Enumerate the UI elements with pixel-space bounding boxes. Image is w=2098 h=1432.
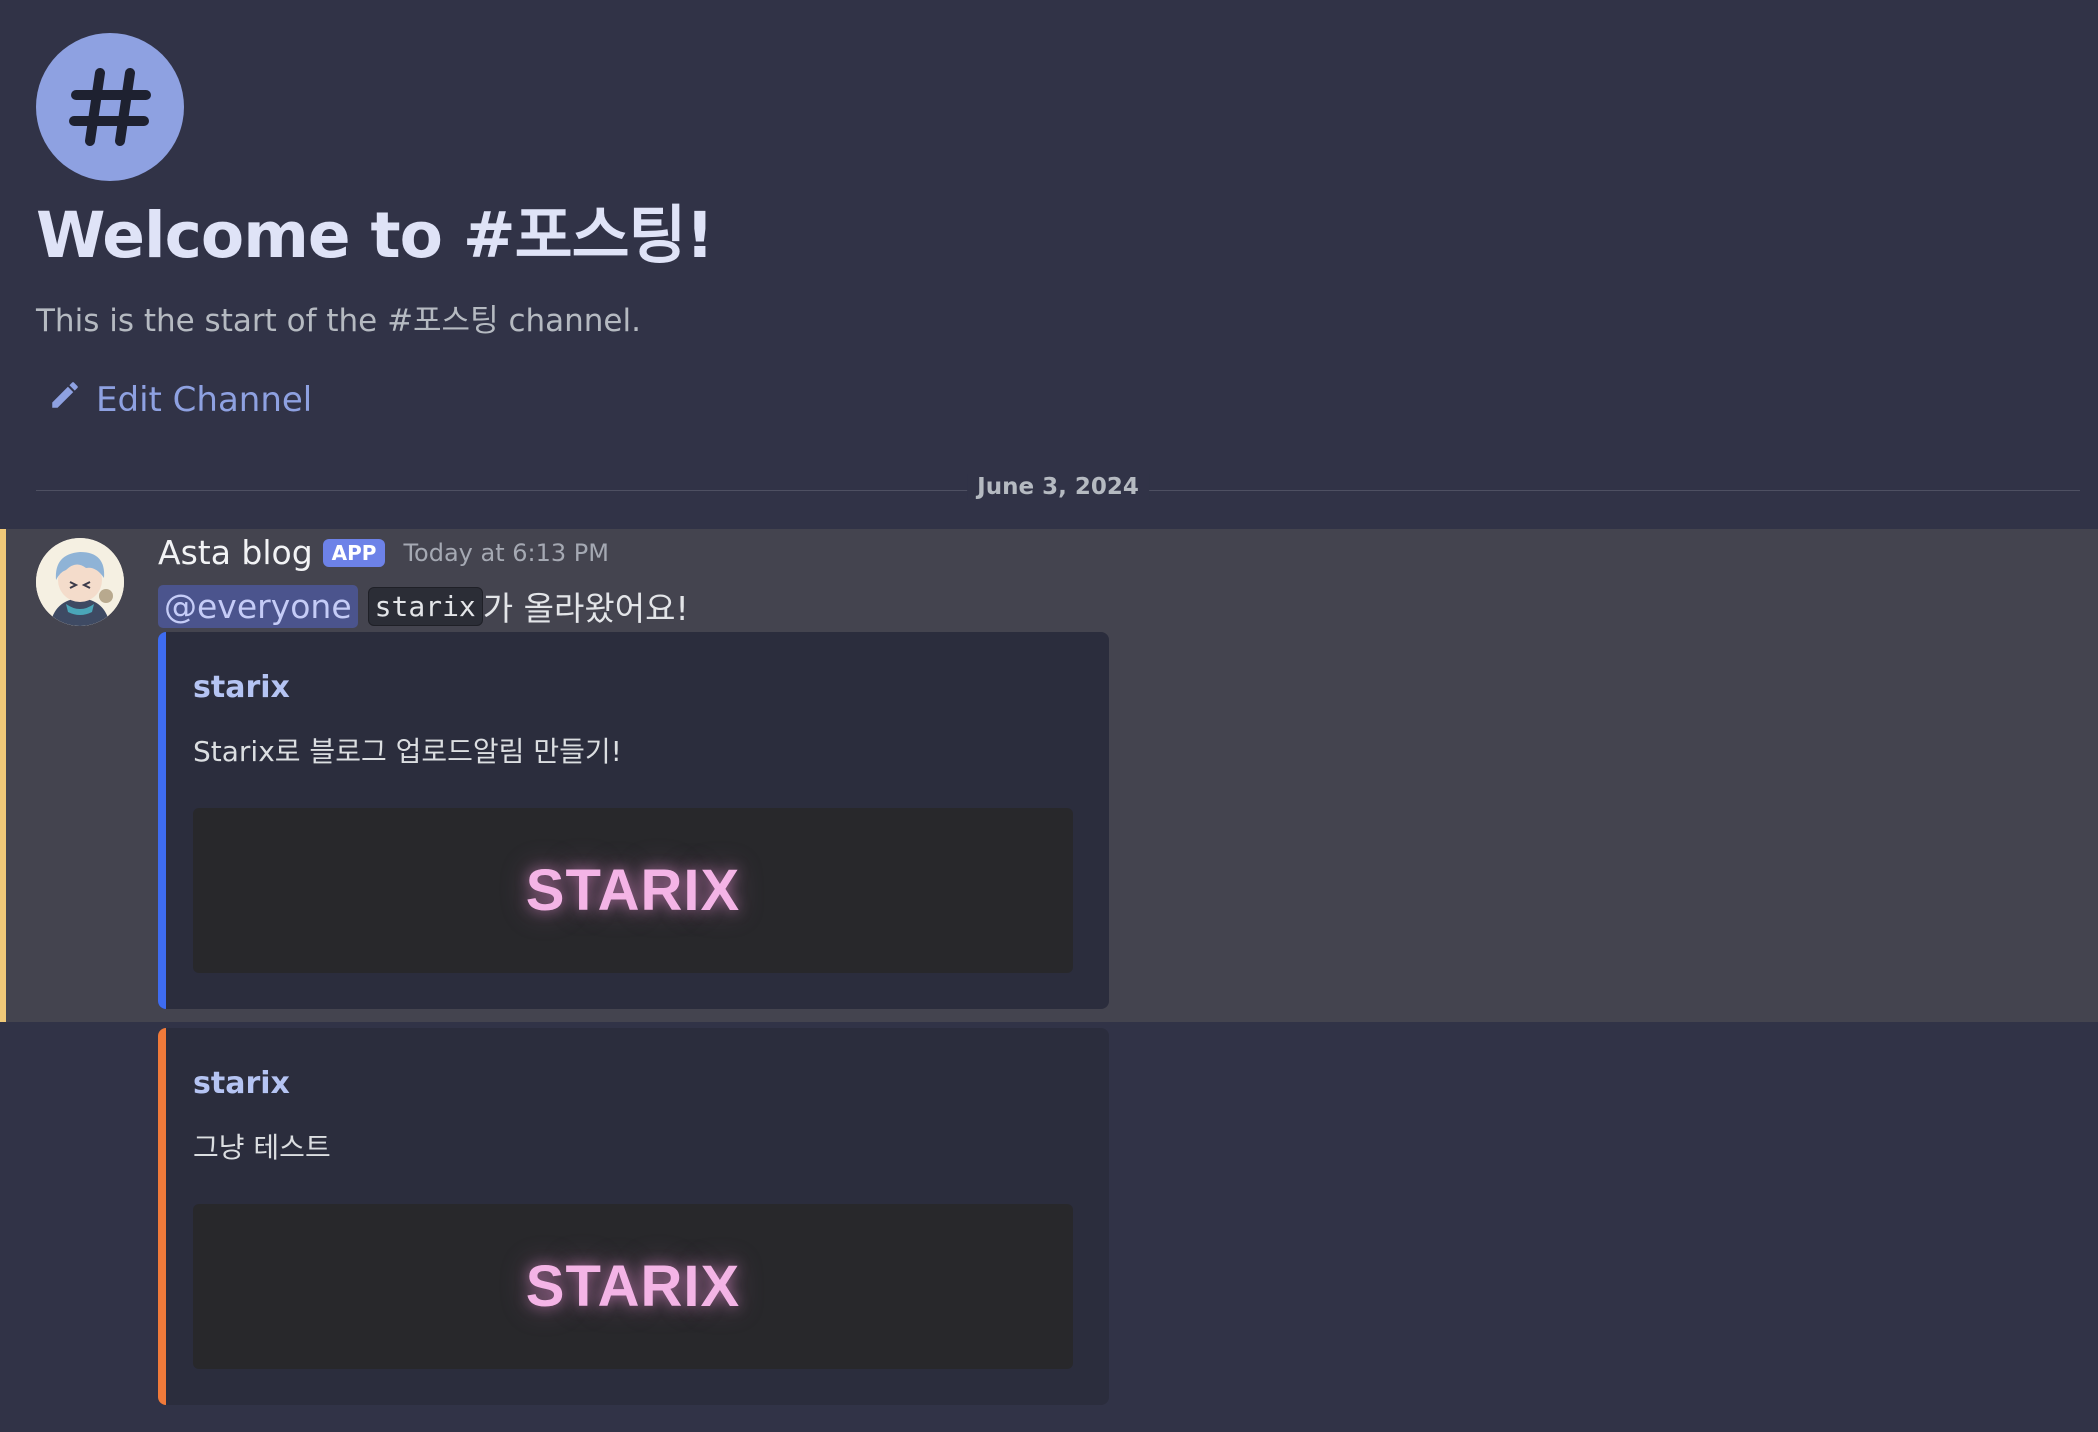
avatar[interactable] [36, 538, 124, 626]
everyone-mention[interactable]: @everyone [158, 584, 358, 628]
message-timestamp[interactable]: Today at 6:13 PM [403, 539, 609, 567]
date-label: June 3, 2024 [967, 474, 1149, 500]
message-text: 가 올라왔어요! [482, 589, 689, 628]
embed-image-text: STARIX [525, 1254, 741, 1319]
inline-code: starix [367, 586, 483, 626]
edit-channel-label: Edit Channel [96, 379, 313, 420]
embed-author[interactable]: starix [193, 1066, 290, 1101]
embed-color-bar [158, 632, 166, 1009]
app-badge: APP [322, 538, 386, 567]
embed-description: Starix로 블로그 업로드알림 만들기! [193, 735, 622, 768]
embed-card: starix 그냥 테스트 STARIX [158, 1028, 1109, 1405]
welcome-subtitle: This is the start of the #포스팅 channel. [36, 303, 641, 340]
pencil-icon [48, 378, 96, 421]
embed-card: starix Starix로 블로그 업로드알림 만들기! STARIX [158, 632, 1109, 1009]
date-divider: June 3, 2024 [36, 474, 2080, 500]
channel-welcome: Welcome to #포스팅! This is the start of th… [36, 33, 2036, 340]
embed-image[interactable]: STARIX [193, 1204, 1073, 1369]
embed-description: 그냥 테스트 [193, 1131, 331, 1164]
message-content: @everyone starix 가 올라왔어요! [158, 582, 689, 630]
welcome-title: Welcome to #포스팅! [36, 199, 714, 272]
message-author[interactable]: Asta blog [158, 533, 313, 572]
edit-channel-button[interactable]: Edit Channel [48, 378, 312, 421]
embed-image-text: STARIX [525, 858, 741, 923]
embed-color-bar [158, 1028, 166, 1405]
embed-author[interactable]: starix [193, 670, 290, 705]
message-header: Asta blog APP Today at 6:13 PM [158, 533, 609, 572]
channel-hash-icon [36, 33, 184, 181]
embed-image[interactable]: STARIX [193, 808, 1073, 973]
